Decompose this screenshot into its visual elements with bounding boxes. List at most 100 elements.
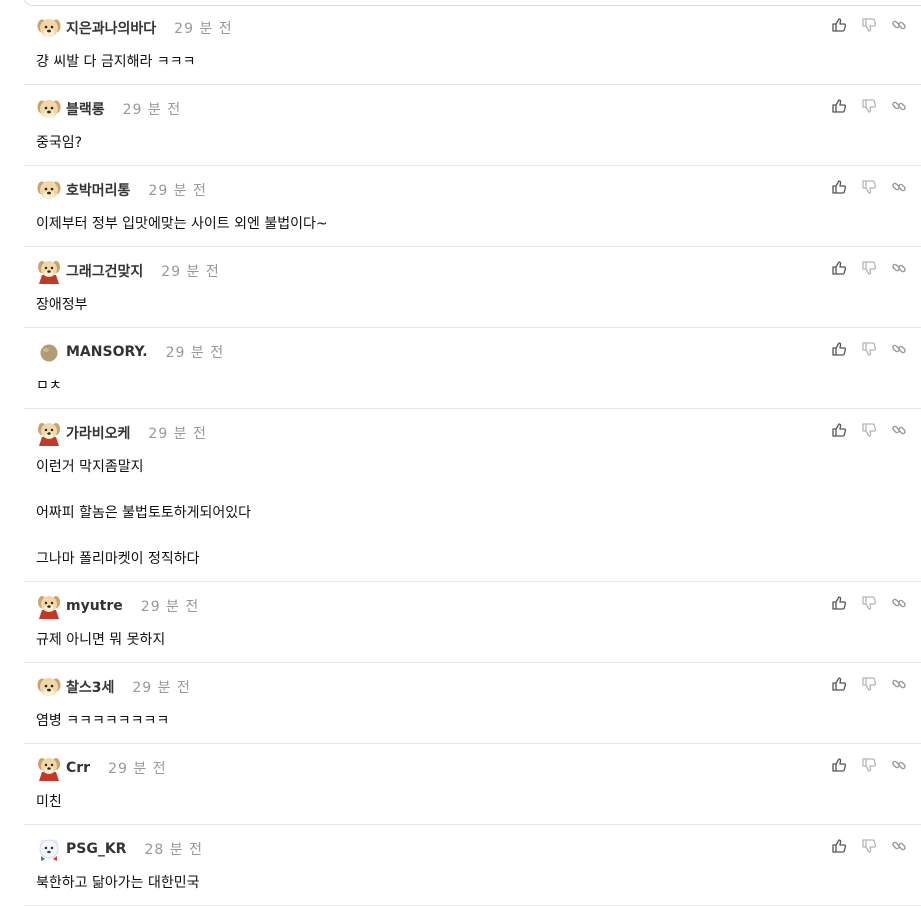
comment-item: 호박머리통 29 분 전 이제부터 정부 입맛에맞는 사이트 외엔 불법이다~ [24,166,921,247]
thumbs-up-icon[interactable] [831,98,847,114]
nickname[interactable]: MANSORY. [66,344,148,360]
comment-text: 북한하고 닮아가는 대한민국 [36,875,200,891]
nickname[interactable]: 호박머리통 [66,180,130,200]
thumbs-down-icon[interactable] [861,757,877,773]
thumbs-down-icon[interactable] [861,179,877,195]
comment-item: 그래그건맞지 29 분 전 장애정부 [24,247,921,328]
link-icon[interactable] [891,98,907,114]
thumbs-down-icon[interactable] [861,676,877,692]
thumbs-up-icon[interactable] [831,422,847,438]
link-icon[interactable] [891,260,907,276]
comment-text: 규제 아니면 뭐 못하지 [36,632,166,648]
thumbs-down-icon[interactable] [861,341,877,357]
thumbs-down-icon[interactable] [861,838,877,854]
thumbs-up-icon[interactable] [831,757,847,773]
comment-item: MANSORY. 29 분 전 ㅁㅊ [24,328,921,409]
thumbs-down-icon[interactable] [861,17,877,33]
thumbs-up-icon[interactable] [831,838,847,854]
comment-actions [831,98,907,114]
timestamp: 29 분 전 [161,264,220,280]
ball-icon[interactable] [36,339,62,365]
comment-actions [831,260,907,276]
dog-cape-icon[interactable] [36,258,62,284]
comment-meta: 블랙롱 29 분 전 [36,97,801,121]
comment-item: Crr 29 분 전 미친 [24,744,921,825]
link-icon[interactable] [891,422,907,438]
comment-actions [831,757,907,773]
comment-text: 미친 [36,794,62,810]
comment-text: ㅁㅊ [36,378,62,394]
comment-meta: 가라비오케 29 분 전 [36,420,801,446]
comment-actions [831,422,907,438]
thumbs-up-icon[interactable] [831,341,847,357]
timestamp: 29 분 전 [148,183,207,199]
timestamp: 29 분 전 [132,680,191,696]
dog-cape-icon[interactable] [36,755,62,781]
timestamp: 28 분 전 [144,842,203,858]
comment-text: 이제부터 정부 입맛에맞는 사이트 외엔 불법이다~ [36,216,328,232]
dog-icon[interactable] [36,15,62,41]
comment-actions [831,179,907,195]
nickname[interactable]: Crr [66,760,90,776]
link-icon[interactable] [891,676,907,692]
link-icon[interactable] [891,595,907,611]
comment-text: 장애정부 [36,297,88,313]
comment-meta: 그래그건맞지 29 분 전 [36,258,801,284]
thumbs-down-icon[interactable] [861,422,877,438]
comment-meta: myutre 29 분 전 [36,593,801,619]
comment-item: 블랙롱 29 분 전 중국임? [24,85,921,166]
link-icon[interactable] [891,17,907,33]
comment-actions [831,341,907,357]
comment-meta: Crr 29 분 전 [36,755,801,781]
timestamp: 29 분 전 [122,102,182,118]
nickname[interactable]: 가라비오케 [66,423,130,443]
thumbs-up-icon[interactable] [831,676,847,692]
comment-actions [831,838,907,854]
link-icon[interactable] [891,179,907,195]
timestamp: 29 분 전 [148,426,207,442]
comment-item: PSG_KR 28 분 전 북한하고 닮아가는 대한민국 [24,825,921,906]
comment-item: 가라비오케 29 분 전 이런거 막지좀말지 어짜피 할놈은 불법토토하게되어있… [24,409,921,582]
dog-icon[interactable] [36,96,62,122]
comment-meta: MANSORY. 29 분 전 [36,340,801,364]
thumbs-up-icon[interactable] [831,17,847,33]
timestamp: 29 분 전 [140,599,200,615]
dog-icon[interactable] [36,674,62,700]
thumbs-up-icon[interactable] [831,179,847,195]
nickname[interactable]: 찰스3세 [66,677,114,697]
dog-cape-icon[interactable] [36,420,62,446]
comment-actions [831,676,907,692]
comment-meta: 찰스3세 29 분 전 [36,675,801,699]
comment-list: 지은과나의바다 29 분 전 걍 씨발 다 금지해라 ㅋㅋㅋ 블랙롱 29 분 … [24,4,921,906]
thumbs-down-icon[interactable] [861,595,877,611]
timestamp: 29 분 전 [108,761,167,777]
comment-text: 염병 ㅋㅋㅋㅋㅋㅋㅋㅋ [36,713,170,729]
timestamp: 29 분 전 [165,345,225,361]
comment-actions [831,595,907,611]
link-icon[interactable] [891,341,907,357]
thumbs-down-icon[interactable] [861,98,877,114]
link-icon[interactable] [891,757,907,773]
comment-item: 지은과나의바다 29 분 전 걍 씨발 다 금지해라 ㅋㅋㅋ [24,4,921,85]
comment-text: 걍 씨발 다 금지해라 ㅋㅋㅋ [36,54,196,70]
comment-text: 이런거 막지좀말지 어짜피 할놈은 불법토토하게되어있다 그나마 폴리마켓이 정… [36,459,251,567]
comment-meta: 지은과나의바다 29 분 전 [36,16,801,40]
thumbs-up-icon[interactable] [831,260,847,276]
nickname[interactable]: myutre [66,598,123,614]
dog-cape-icon[interactable] [36,593,62,619]
comment-item: myutre 29 분 전 규제 아니면 뭐 못하지 [24,582,921,663]
link-icon[interactable] [891,838,907,854]
timestamp: 29 분 전 [174,21,233,37]
thumbs-down-icon[interactable] [861,260,877,276]
comment-text: 중국임? [36,135,83,151]
comment-item: 찰스3세 29 분 전 염병 ㅋㅋㅋㅋㅋㅋㅋㅋ [24,663,921,744]
white-bear-icon[interactable] [36,836,62,862]
comment-meta: PSG_KR 28 분 전 [36,837,801,861]
comment-meta: 호박머리통 29 분 전 [36,178,801,202]
nickname[interactable]: 그래그건맞지 [66,261,143,281]
dog-icon[interactable] [36,177,62,203]
nickname[interactable]: PSG_KR [66,841,126,857]
nickname[interactable]: 지은과나의바다 [66,18,156,38]
thumbs-up-icon[interactable] [831,595,847,611]
nickname[interactable]: 블랙롱 [66,99,105,119]
